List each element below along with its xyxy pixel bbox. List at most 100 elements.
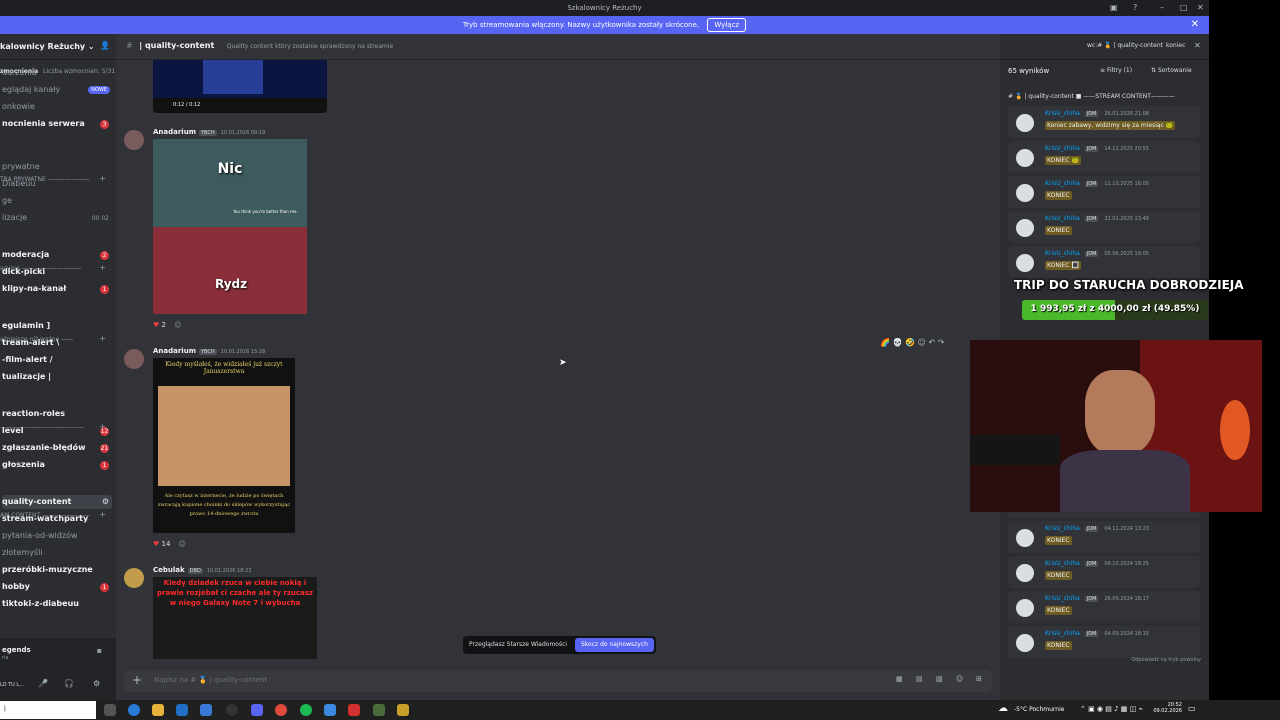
add-reaction-icon[interactable]: ☺ (179, 540, 186, 548)
explorer-icon[interactable] (152, 704, 164, 716)
create-channel-icon[interactable]: + (99, 263, 106, 272)
sidebar-channel[interactable]: Diabeuu (2, 177, 35, 191)
sidebar-channel[interactable]: tiktoki-z-diabeuu (2, 597, 79, 611)
inbox-icon[interactable]: ▣ (1110, 3, 1118, 12)
emoji-icon[interactable]: ☺ (956, 675, 963, 683)
video-controls[interactable]: 0:12 / 0:12 (153, 98, 327, 113)
sidebar-channel[interactable]: -film-alert / (2, 353, 53, 367)
headphones-icon[interactable]: 🎧 (64, 679, 74, 688)
sidebar-channel[interactable]: złotemyśli (2, 546, 43, 560)
sidebar-channel[interactable]: tualizacje | (2, 370, 51, 384)
streamer-app-icon[interactable] (324, 704, 336, 716)
sidebar-channel[interactable]: egulamin ] (2, 319, 50, 333)
avatar[interactable] (124, 349, 144, 369)
create-channel-icon[interactable]: + (99, 334, 106, 343)
search-result[interactable]: KrisU_chiha JDM 04.11.2024 13:23 KONIEC (1008, 521, 1200, 553)
close-window-icon[interactable]: ✕ (1197, 3, 1204, 12)
apps-icon[interactable]: ⊞ (976, 675, 982, 683)
gif-icon[interactable]: ▤ (916, 675, 923, 683)
task-view-icon[interactable] (104, 704, 116, 716)
avatar[interactable] (124, 568, 144, 588)
chrome-icon[interactable] (275, 704, 287, 716)
maximize-icon[interactable]: □ (1180, 3, 1188, 12)
create-channel-icon[interactable]: + (99, 510, 106, 519)
create-channel-icon[interactable]: + (99, 174, 106, 183)
sidebar-channel[interactable]: klipy-na-kanał (2, 282, 66, 296)
meme-image[interactable]: Kiedy dziadek rzuca w ciebie nokią i pra… (153, 577, 317, 659)
meme-image[interactable]: Nic You think you're better than me. Ryd… (153, 139, 307, 314)
search-result[interactable]: KrisU_chiha JDM 26.09.2024 18:17 KONIEC (1008, 591, 1200, 623)
search-result[interactable]: KrisU_chiha JDM 22.01.2025 13:49 KONIEC (1008, 211, 1200, 243)
windows-search-box[interactable]: ǀ (0, 701, 96, 719)
red-app-icon[interactable] (348, 704, 360, 716)
sort-button[interactable]: ⇅ Sortowanie (1151, 67, 1192, 74)
sidebar-channel[interactable]: tream-alert \ (2, 336, 59, 350)
author-name[interactable]: Anadarium (153, 128, 196, 136)
result-channel[interactable]: # 🏅 | quality-content ■ ——STREAM CONTENT… (1008, 93, 1175, 100)
sidebar-channel[interactable]: ge (2, 194, 12, 208)
weather-icon[interactable]: ☁ (998, 703, 1008, 714)
sidebar-channel[interactable]: dick-picki (2, 265, 45, 279)
mail-icon[interactable] (176, 704, 188, 716)
sidebar-channel[interactable]: stream-watchparty (2, 512, 88, 526)
yellow-app-icon[interactable] (397, 704, 409, 716)
sidebar-channel[interactable]: moderacja (2, 248, 49, 262)
sidebar-channel[interactable]: zgłaszanie-błędów (2, 441, 85, 455)
avatar[interactable] (124, 130, 144, 150)
mic-icon[interactable]: 🎤 (38, 679, 48, 688)
meme-image[interactable]: Kiedy myślałeś, że widziałeś już szczyt … (153, 358, 295, 533)
sticker-icon[interactable]: ▧ (936, 675, 943, 683)
invite-icon[interactable]: 👤 (100, 41, 110, 50)
search-result[interactable]: KrisU_chiha JDM 04.09.2024 18:15 KONIEC (1008, 626, 1200, 658)
search-result[interactable]: KrisU_chiha JDM 05.06.2025 19:05 KONIEC 🔳 (1008, 246, 1200, 278)
weather-text[interactable]: -5°C Pochmurnie (1014, 706, 1064, 713)
add-reaction-icon[interactable]: ☺ (174, 321, 181, 329)
notifications-icon[interactable]: ▭ (1188, 704, 1196, 713)
help-icon[interactable]: ? (1133, 3, 1137, 12)
search-result[interactable]: KrisU_chiha JDM 11.10.2025 16:05 KONIEC (1008, 176, 1200, 208)
settings-icon[interactable]: ⚙ (93, 679, 100, 688)
store-icon[interactable] (200, 704, 212, 716)
user-name[interactable]: egends (2, 646, 31, 654)
server-header[interactable]: kalownicy Reżuchy ⌄ 👤 (0, 34, 116, 60)
green-app-icon[interactable] (373, 704, 385, 716)
disable-streamer-mode-button[interactable]: Wyłącz (707, 18, 747, 32)
sidebar-channel[interactable]: nocnienia serwera (2, 117, 85, 131)
chat-icon[interactable]: ▪ (97, 646, 102, 655)
author-name[interactable]: Cebulak (153, 566, 185, 574)
video-embed[interactable]: 0:12 / 0:12 (153, 60, 327, 113)
tray-icons[interactable]: ⌃ ▣ ◉ ▤ ♪ ▦ ◫ ⌁ (1080, 705, 1143, 713)
clear-search-icon[interactable]: ✕ (1194, 41, 1201, 50)
sidebar-channel[interactable]: onkowie (2, 100, 35, 114)
sidebar-channel[interactable]: darzenia (2, 66, 37, 80)
sidebar-channel[interactable]: level (2, 424, 24, 438)
reaction[interactable]: ♥ 14 ☺ (153, 540, 186, 552)
sidebar-channel[interactable]: reaction-roles (2, 407, 65, 421)
spotify-icon[interactable] (300, 704, 312, 716)
sidebar-channel[interactable]: prywatne (2, 160, 40, 174)
obs-icon[interactable] (226, 704, 238, 716)
edge-icon[interactable] (128, 704, 140, 716)
clock[interactable]: 20:52 09.02.2026 (1152, 702, 1182, 714)
discord-taskbar-icon[interactable] (251, 704, 263, 716)
search-bar[interactable]: wc:# 🏅 | quality-content koniec ✕ (1000, 34, 1209, 60)
jump-to-present-button[interactable]: Skocz do najnowszych (574, 638, 654, 652)
sidebar-channel[interactable]: eglądaj kanały (2, 83, 60, 97)
sidebar-channel[interactable]: przeróbki-muzyczne (2, 563, 93, 577)
sidebar-channel[interactable]: lizacje (2, 211, 27, 225)
search-result[interactable]: KrisU_chiha JDM 09.10.2024 18:25 KONIEC (1008, 556, 1200, 588)
minimize-icon[interactable]: – (1160, 3, 1164, 12)
author-name[interactable]: Anadarium (153, 347, 196, 355)
gift-icon[interactable]: ▦ (896, 675, 903, 683)
search-result[interactable]: KrisU_chiha JDM 26.01.2026 21:08 Koniec z… (1008, 106, 1200, 138)
sidebar-channel[interactable]: hobby (2, 580, 30, 594)
message-composer[interactable]: + Napisz na # 🏅 | quality-content ▦ ▤ ▧ … (124, 670, 992, 692)
sidebar-channel[interactable]: pytania-od-widzów (2, 529, 77, 543)
filters-button[interactable]: ≡ Filtry (1) (1100, 67, 1132, 74)
close-banner-icon[interactable]: ✕ (1191, 16, 1199, 34)
sidebar-channel[interactable]: quality-content (2, 495, 112, 509)
sidebar-channel[interactable]: głoszenia (2, 458, 45, 472)
channel-settings-icon[interactable]: ⚙ (102, 497, 109, 506)
reaction[interactable]: ♥ 2 ☺ (153, 321, 182, 333)
search-result[interactable]: KrisU_chiha JDM 14.12.2025 20:55 KONIEC 🐸 (1008, 141, 1200, 173)
